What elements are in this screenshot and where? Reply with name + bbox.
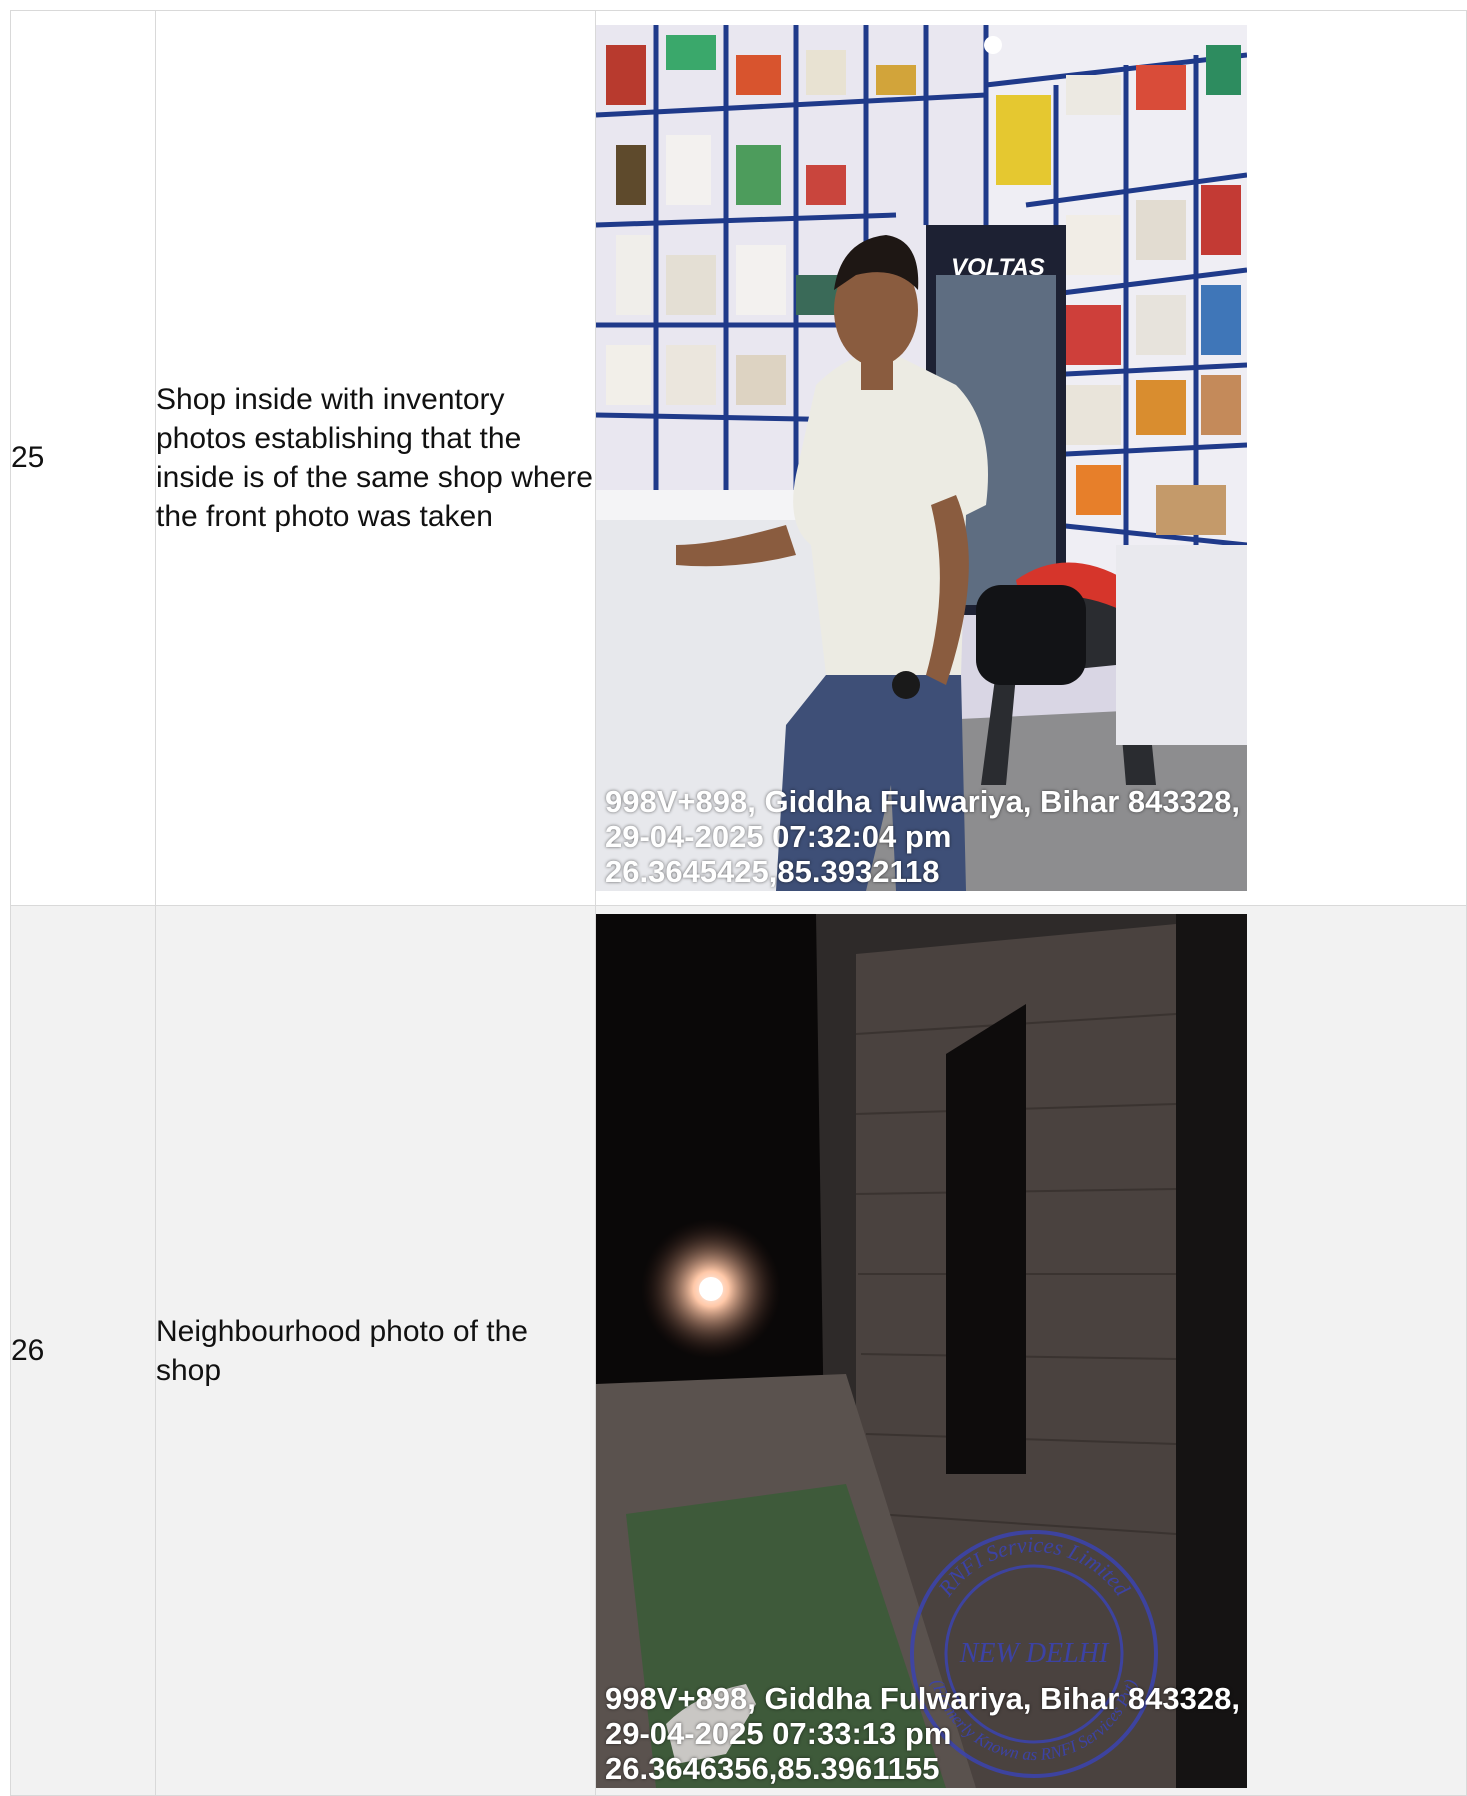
row-description: Shop inside with inventory photos establ… [155, 10, 596, 906]
row-description: Neighbourhood photo of the shop [155, 905, 596, 1796]
photo-cell: VOLTAS 998V+898, Giddha Fulwariya, Bihar… [595, 10, 1467, 906]
photo-address: 998V+898, Giddha Fulwariya, Bihar 843328… [605, 1680, 1247, 1716]
photo-datetime: 29-04-2025 07:32:04 pm [605, 819, 952, 854]
report-table: 25 Shop inside with inventory photos est… [10, 10, 1467, 1796]
row-number: 26 [10, 905, 156, 1796]
stamp-center-text: NEW DELHI [959, 1638, 1110, 1669]
shop-inside-photo: VOLTAS 998V+898, Giddha Fulwariya, Bihar… [596, 25, 1247, 891]
neighbourhood-photo: RNFI Services Limited (Formerly Known as… [596, 913, 1247, 1788]
photo-geotag: 998V+898, Giddha Fulwariya, Bihar 843328… [605, 784, 1247, 889]
photo-geotag: 998V+898, Giddha Fulwariya, Bihar 843328… [605, 1681, 1247, 1786]
photo-cell: RNFI Services Limited (Formerly Known as… [595, 905, 1467, 1796]
photo-datetime: 29-04-2025 07:33:13 pm [605, 1715, 952, 1751]
fridge-brand-sign: VOLTAS [951, 254, 1045, 281]
photo-address: 998V+898, Giddha Fulwariya, Bihar 843328… [605, 784, 1247, 819]
row-number: 25 [10, 10, 156, 906]
photo-coordinates: 26.3646356,85.3961155 [605, 1750, 940, 1786]
photo-coordinates: 26.3645425,85.3932118 [605, 854, 940, 889]
table-row: 26 Neighbourhood photo of the shop RNFI … [10, 905, 1467, 1796]
table-row: 25 Shop inside with inventory photos est… [10, 10, 1467, 906]
